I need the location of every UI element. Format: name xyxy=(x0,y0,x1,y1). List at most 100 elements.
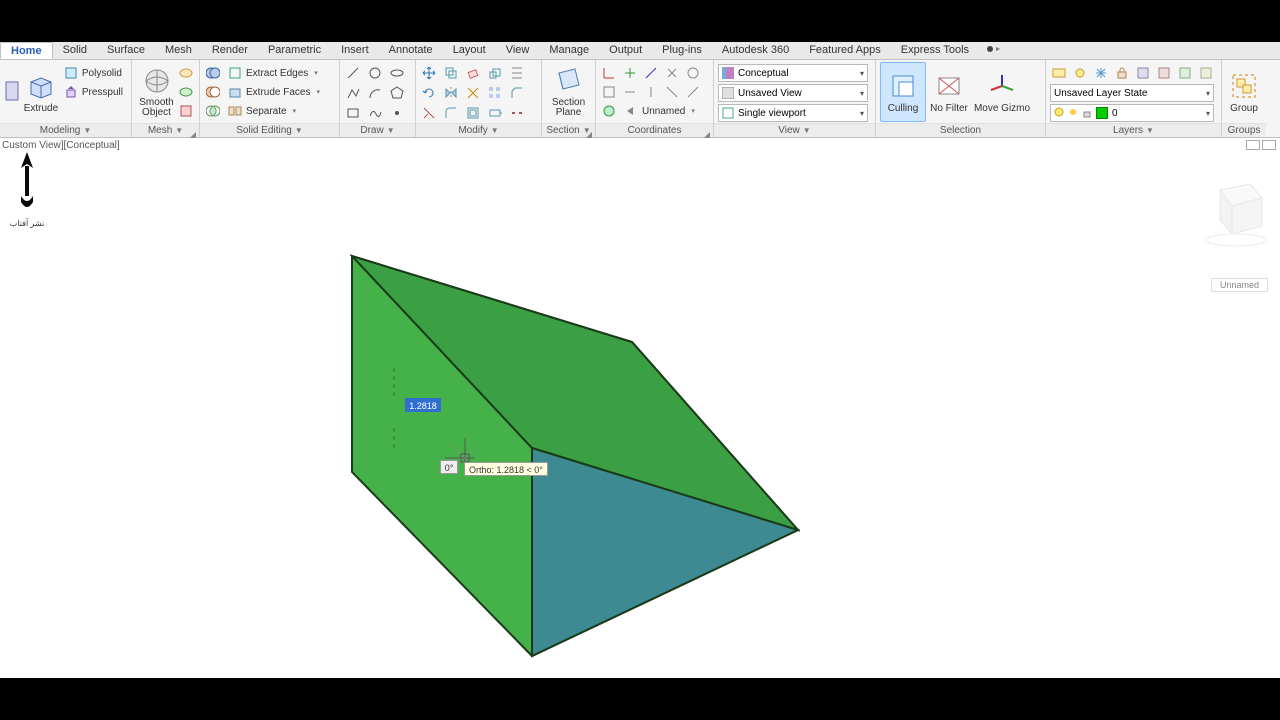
tab-plugins[interactable]: Plug-ins xyxy=(652,42,712,59)
layer-freeze-icon[interactable] xyxy=(1092,64,1110,82)
panel-title-solid-editing[interactable]: Solid Editing▼ xyxy=(200,123,339,137)
panel-title-modify[interactable]: Modify▼ xyxy=(416,123,541,137)
section-plane-button[interactable]: Section Plane xyxy=(546,62,591,122)
chamfer-icon[interactable] xyxy=(508,84,526,102)
movegizmo-button[interactable]: Move Gizmo xyxy=(972,62,1032,122)
union-icon[interactable] xyxy=(204,64,222,82)
stretch-icon[interactable] xyxy=(486,104,504,122)
layer-prop-icon[interactable] xyxy=(1050,64,1068,82)
tab-parametric[interactable]: Parametric xyxy=(258,42,331,59)
extrude-button[interactable]: Extrude xyxy=(22,62,60,122)
spline-icon[interactable] xyxy=(366,104,384,122)
ucs-icon7[interactable] xyxy=(621,83,639,101)
viewport[interactable]: Custom View][Conceptual] نشر آفتاب Unnam… xyxy=(0,138,1280,678)
layer-i5-icon[interactable] xyxy=(1134,64,1152,82)
arc-icon[interactable] xyxy=(366,84,384,102)
tab-insert[interactable]: Insert xyxy=(331,42,379,59)
mirror-icon[interactable] xyxy=(442,84,460,102)
tab-manage[interactable]: Manage xyxy=(539,42,599,59)
culling-button[interactable]: Culling xyxy=(880,62,926,122)
ucs-icon10[interactable] xyxy=(684,83,702,101)
tab-surface[interactable]: Surface xyxy=(97,42,155,59)
move-icon[interactable] xyxy=(420,64,438,82)
break-icon[interactable] xyxy=(508,104,526,122)
distance-input[interactable]: 1.2818 xyxy=(405,398,441,412)
group-button[interactable]: Group xyxy=(1226,62,1262,122)
polysolid-button[interactable]: Polysolid xyxy=(60,64,127,82)
extrude-faces-button[interactable]: Extrude Faces▾ xyxy=(224,83,324,101)
polyline-icon[interactable] xyxy=(344,84,362,102)
panel-title-layers[interactable]: Layers▼ xyxy=(1046,123,1221,137)
layer-off-icon[interactable] xyxy=(1071,64,1089,82)
ucs-prev-icon[interactable] xyxy=(621,102,639,120)
ucs-icon9[interactable] xyxy=(663,83,681,101)
viewport-minimize-icon[interactable] xyxy=(1246,140,1260,150)
nofilter-button[interactable]: No Filter xyxy=(926,62,972,122)
ucs-icon8[interactable] xyxy=(642,83,660,101)
layer-i7-icon[interactable] xyxy=(1176,64,1194,82)
explode-icon[interactable] xyxy=(464,84,482,102)
separate-button[interactable]: Separate▾ xyxy=(224,102,324,120)
ucs-icon4[interactable] xyxy=(663,64,681,82)
viewport-maximize-icon[interactable] xyxy=(1262,140,1276,150)
panel-title-coordinates[interactable]: Coordinates◢ xyxy=(596,123,713,137)
tab-layout[interactable]: Layout xyxy=(443,42,496,59)
nav-view-label[interactable]: Unnamed xyxy=(1211,278,1268,292)
ucs-icon6[interactable] xyxy=(600,83,618,101)
panel-title-modeling[interactable]: Modeling▼ xyxy=(0,123,131,137)
presspull-button[interactable]: Presspull xyxy=(60,83,127,101)
copy-icon[interactable] xyxy=(442,64,460,82)
panel-title-groups[interactable]: Groups xyxy=(1222,123,1266,137)
ucs-named-dropdown[interactable]: Unnamed▾ xyxy=(642,102,695,120)
scale-icon[interactable] xyxy=(486,64,504,82)
panel-title-draw[interactable]: Draw▼ xyxy=(340,123,415,137)
line-icon[interactable] xyxy=(344,64,362,82)
box-split-button[interactable] xyxy=(4,62,22,122)
circle-icon[interactable] xyxy=(366,64,384,82)
layer-state-dropdown[interactable]: Unsaved Layer State▾ xyxy=(1050,84,1214,102)
subtract-icon[interactable] xyxy=(204,83,222,101)
layer-i6-icon[interactable] xyxy=(1155,64,1173,82)
rect-icon[interactable] xyxy=(344,104,362,122)
smooth-object-button[interactable]: Smooth Object xyxy=(136,62,177,122)
tab-home[interactable]: Home xyxy=(0,42,53,59)
mesh-more1-icon[interactable] xyxy=(177,64,195,82)
viewport-config-dropdown[interactable]: Single viewport▾ xyxy=(718,104,868,122)
ucs-icon2[interactable] xyxy=(621,64,639,82)
rotate-icon[interactable] xyxy=(420,84,438,102)
saved-view-dropdown[interactable]: Unsaved View▾ xyxy=(718,84,868,102)
tab-mesh[interactable]: Mesh xyxy=(155,42,202,59)
ucs-icon1[interactable] xyxy=(600,64,618,82)
ucs-icon5[interactable] xyxy=(684,64,702,82)
extract-edges-button[interactable]: Extract Edges▾ xyxy=(224,64,324,82)
visual-style-dropdown[interactable]: Conceptual▾ xyxy=(718,64,868,82)
tab-featured[interactable]: Featured Apps xyxy=(799,42,891,59)
viewcube[interactable] xyxy=(1200,178,1270,248)
panel-title-mesh[interactable]: Mesh▼◢ xyxy=(132,123,199,137)
tab-annotate[interactable]: Annotate xyxy=(379,42,443,59)
offset-icon[interactable] xyxy=(464,104,482,122)
tab-output[interactable]: Output xyxy=(599,42,652,59)
panel-title-view[interactable]: View▼ xyxy=(714,123,875,137)
mesh-more2-icon[interactable] xyxy=(177,83,195,101)
mesh-more3-icon[interactable] xyxy=(177,102,195,120)
array-icon[interactable] xyxy=(486,84,504,102)
ucs-world-icon[interactable] xyxy=(600,102,618,120)
fillet-icon[interactable] xyxy=(442,104,460,122)
intersect-icon[interactable] xyxy=(204,102,222,120)
layer-i8-icon[interactable] xyxy=(1197,64,1215,82)
ucs-icon3[interactable] xyxy=(642,64,660,82)
tab-render[interactable]: Render xyxy=(202,42,258,59)
trim-icon[interactable] xyxy=(420,104,438,122)
panel-title-section[interactable]: Section▼◢ xyxy=(542,123,595,137)
align-icon[interactable] xyxy=(508,64,526,82)
point-icon[interactable] xyxy=(388,104,406,122)
layer-lock-icon[interactable] xyxy=(1113,64,1131,82)
tab-express[interactable]: Express Tools xyxy=(891,42,979,59)
tab-solid[interactable]: Solid xyxy=(53,42,97,59)
tab-extra-bullet-icon[interactable] xyxy=(979,42,1007,59)
polygon-icon[interactable] xyxy=(388,84,406,102)
current-layer-dropdown[interactable]: 0▾ xyxy=(1050,104,1214,122)
tab-autodesk360[interactable]: Autodesk 360 xyxy=(712,42,799,59)
angle-input[interactable]: 0° xyxy=(440,460,458,474)
